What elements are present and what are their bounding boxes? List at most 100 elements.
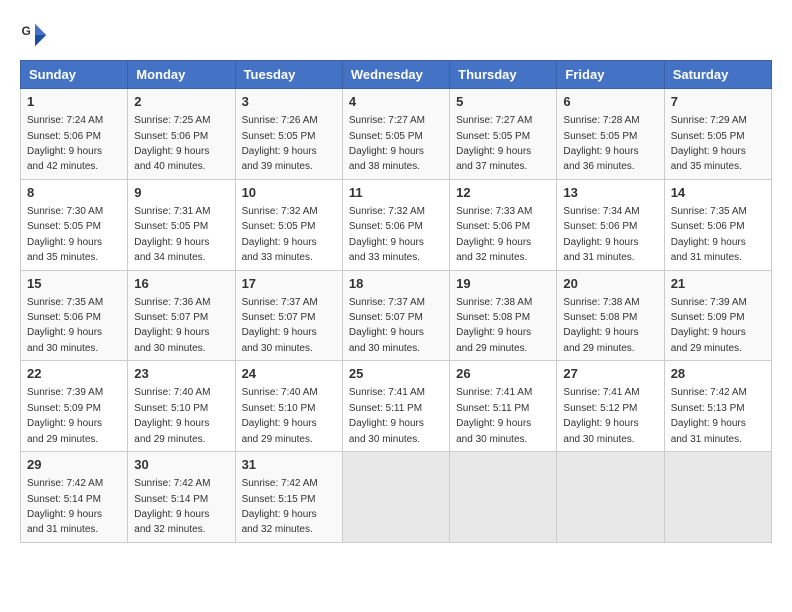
- day-info: Sunrise: 7:41 AMSunset: 5:11 PMDaylight:…: [456, 387, 532, 444]
- day-number: 18: [349, 275, 443, 293]
- day-number: 9: [134, 184, 228, 202]
- day-header-tuesday: Tuesday: [235, 61, 342, 89]
- calendar-cell: 24 Sunrise: 7:40 AMSunset: 5:10 PMDaylig…: [235, 361, 342, 452]
- day-header-monday: Monday: [128, 61, 235, 89]
- calendar-cell: 14 Sunrise: 7:35 AMSunset: 5:06 PMDaylig…: [664, 179, 771, 270]
- calendar-cell: [342, 452, 449, 543]
- day-info: Sunrise: 7:32 AMSunset: 5:05 PMDaylight:…: [242, 206, 318, 263]
- week-row-3: 15 Sunrise: 7:35 AMSunset: 5:06 PMDaylig…: [21, 270, 772, 361]
- day-header-row: SundayMondayTuesdayWednesdayThursdayFrid…: [21, 61, 772, 89]
- day-info: Sunrise: 7:27 AMSunset: 5:05 PMDaylight:…: [456, 115, 532, 172]
- calendar-cell: 29 Sunrise: 7:42 AMSunset: 5:14 PMDaylig…: [21, 452, 128, 543]
- day-number: 5: [456, 93, 550, 111]
- calendar-cell: 26 Sunrise: 7:41 AMSunset: 5:11 PMDaylig…: [450, 361, 557, 452]
- day-header-friday: Friday: [557, 61, 664, 89]
- day-number: 4: [349, 93, 443, 111]
- day-info: Sunrise: 7:36 AMSunset: 5:07 PMDaylight:…: [134, 297, 210, 354]
- week-row-4: 22 Sunrise: 7:39 AMSunset: 5:09 PMDaylig…: [21, 361, 772, 452]
- day-info: Sunrise: 7:32 AMSunset: 5:06 PMDaylight:…: [349, 206, 425, 263]
- day-info: Sunrise: 7:33 AMSunset: 5:06 PMDaylight:…: [456, 206, 532, 263]
- calendar-cell: [450, 452, 557, 543]
- day-info: Sunrise: 7:41 AMSunset: 5:11 PMDaylight:…: [349, 387, 425, 444]
- calendar-cell: 27 Sunrise: 7:41 AMSunset: 5:12 PMDaylig…: [557, 361, 664, 452]
- day-info: Sunrise: 7:24 AMSunset: 5:06 PMDaylight:…: [27, 115, 103, 172]
- calendar-cell: 8 Sunrise: 7:30 AMSunset: 5:05 PMDayligh…: [21, 179, 128, 270]
- day-number: 27: [563, 365, 657, 383]
- day-number: 22: [27, 365, 121, 383]
- day-info: Sunrise: 7:42 AMSunset: 5:14 PMDaylight:…: [134, 478, 210, 535]
- day-info: Sunrise: 7:40 AMSunset: 5:10 PMDaylight:…: [242, 387, 318, 444]
- day-info: Sunrise: 7:37 AMSunset: 5:07 PMDaylight:…: [349, 297, 425, 354]
- day-info: Sunrise: 7:38 AMSunset: 5:08 PMDaylight:…: [563, 297, 639, 354]
- calendar-cell: 31 Sunrise: 7:42 AMSunset: 5:15 PMDaylig…: [235, 452, 342, 543]
- day-info: Sunrise: 7:39 AMSunset: 5:09 PMDaylight:…: [27, 387, 103, 444]
- day-info: Sunrise: 7:41 AMSunset: 5:12 PMDaylight:…: [563, 387, 639, 444]
- day-number: 30: [134, 456, 228, 474]
- calendar-table: SundayMondayTuesdayWednesdayThursdayFrid…: [20, 60, 772, 543]
- day-info: Sunrise: 7:30 AMSunset: 5:05 PMDaylight:…: [27, 206, 103, 263]
- day-header-thursday: Thursday: [450, 61, 557, 89]
- day-number: 17: [242, 275, 336, 293]
- calendar-cell: 21 Sunrise: 7:39 AMSunset: 5:09 PMDaylig…: [664, 270, 771, 361]
- calendar-cell: [664, 452, 771, 543]
- day-info: Sunrise: 7:42 AMSunset: 5:13 PMDaylight:…: [671, 387, 747, 444]
- calendar-cell: 11 Sunrise: 7:32 AMSunset: 5:06 PMDaylig…: [342, 179, 449, 270]
- week-row-1: 1 Sunrise: 7:24 AMSunset: 5:06 PMDayligh…: [21, 89, 772, 180]
- week-row-2: 8 Sunrise: 7:30 AMSunset: 5:05 PMDayligh…: [21, 179, 772, 270]
- day-number: 15: [27, 275, 121, 293]
- day-number: 26: [456, 365, 550, 383]
- day-number: 6: [563, 93, 657, 111]
- calendar-cell: 13 Sunrise: 7:34 AMSunset: 5:06 PMDaylig…: [557, 179, 664, 270]
- day-number: 8: [27, 184, 121, 202]
- day-info: Sunrise: 7:38 AMSunset: 5:08 PMDaylight:…: [456, 297, 532, 354]
- day-number: 12: [456, 184, 550, 202]
- day-header-saturday: Saturday: [664, 61, 771, 89]
- day-number: 7: [671, 93, 765, 111]
- day-info: Sunrise: 7:42 AMSunset: 5:15 PMDaylight:…: [242, 478, 318, 535]
- calendar-cell: 5 Sunrise: 7:27 AMSunset: 5:05 PMDayligh…: [450, 89, 557, 180]
- day-info: Sunrise: 7:37 AMSunset: 5:07 PMDaylight:…: [242, 297, 318, 354]
- calendar-cell: [557, 452, 664, 543]
- header: G: [20, 20, 772, 50]
- calendar-cell: 19 Sunrise: 7:38 AMSunset: 5:08 PMDaylig…: [450, 270, 557, 361]
- day-header-sunday: Sunday: [21, 61, 128, 89]
- day-number: 23: [134, 365, 228, 383]
- day-header-wednesday: Wednesday: [342, 61, 449, 89]
- calendar-cell: 9 Sunrise: 7:31 AMSunset: 5:05 PMDayligh…: [128, 179, 235, 270]
- day-info: Sunrise: 7:26 AMSunset: 5:05 PMDaylight:…: [242, 115, 318, 172]
- calendar-cell: 10 Sunrise: 7:32 AMSunset: 5:05 PMDaylig…: [235, 179, 342, 270]
- day-number: 21: [671, 275, 765, 293]
- day-number: 11: [349, 184, 443, 202]
- day-info: Sunrise: 7:35 AMSunset: 5:06 PMDaylight:…: [27, 297, 103, 354]
- day-number: 20: [563, 275, 657, 293]
- calendar-cell: 15 Sunrise: 7:35 AMSunset: 5:06 PMDaylig…: [21, 270, 128, 361]
- logo-icon: G: [20, 20, 50, 50]
- calendar-cell: 28 Sunrise: 7:42 AMSunset: 5:13 PMDaylig…: [664, 361, 771, 452]
- calendar-cell: 1 Sunrise: 7:24 AMSunset: 5:06 PMDayligh…: [21, 89, 128, 180]
- day-number: 1: [27, 93, 121, 111]
- day-number: 13: [563, 184, 657, 202]
- day-info: Sunrise: 7:28 AMSunset: 5:05 PMDaylight:…: [563, 115, 639, 172]
- calendar-cell: 18 Sunrise: 7:37 AMSunset: 5:07 PMDaylig…: [342, 270, 449, 361]
- day-info: Sunrise: 7:34 AMSunset: 5:06 PMDaylight:…: [563, 206, 639, 263]
- calendar-cell: 4 Sunrise: 7:27 AMSunset: 5:05 PMDayligh…: [342, 89, 449, 180]
- day-number: 14: [671, 184, 765, 202]
- day-number: 28: [671, 365, 765, 383]
- day-info: Sunrise: 7:31 AMSunset: 5:05 PMDaylight:…: [134, 206, 210, 263]
- calendar-cell: 12 Sunrise: 7:33 AMSunset: 5:06 PMDaylig…: [450, 179, 557, 270]
- calendar-cell: 3 Sunrise: 7:26 AMSunset: 5:05 PMDayligh…: [235, 89, 342, 180]
- calendar-cell: 7 Sunrise: 7:29 AMSunset: 5:05 PMDayligh…: [664, 89, 771, 180]
- calendar-cell: 23 Sunrise: 7:40 AMSunset: 5:10 PMDaylig…: [128, 361, 235, 452]
- day-number: 24: [242, 365, 336, 383]
- calendar-cell: 22 Sunrise: 7:39 AMSunset: 5:09 PMDaylig…: [21, 361, 128, 452]
- day-number: 10: [242, 184, 336, 202]
- day-info: Sunrise: 7:27 AMSunset: 5:05 PMDaylight:…: [349, 115, 425, 172]
- day-number: 29: [27, 456, 121, 474]
- calendar-cell: 25 Sunrise: 7:41 AMSunset: 5:11 PMDaylig…: [342, 361, 449, 452]
- calendar-cell: 16 Sunrise: 7:36 AMSunset: 5:07 PMDaylig…: [128, 270, 235, 361]
- day-info: Sunrise: 7:40 AMSunset: 5:10 PMDaylight:…: [134, 387, 210, 444]
- calendar-cell: 6 Sunrise: 7:28 AMSunset: 5:05 PMDayligh…: [557, 89, 664, 180]
- calendar-cell: 17 Sunrise: 7:37 AMSunset: 5:07 PMDaylig…: [235, 270, 342, 361]
- day-info: Sunrise: 7:39 AMSunset: 5:09 PMDaylight:…: [671, 297, 747, 354]
- day-number: 19: [456, 275, 550, 293]
